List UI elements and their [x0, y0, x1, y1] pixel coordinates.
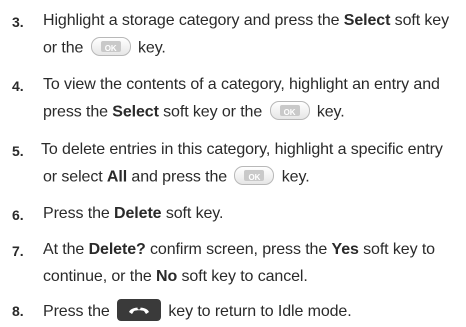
bold-term: Select	[343, 12, 391, 29]
step-text-line: Press the Delete soft key.	[43, 205, 224, 222]
bold-term: Delete?	[88, 241, 146, 258]
step-text-line: To view the contents of a category, high…	[43, 76, 440, 93]
step-number: 3.	[12, 14, 24, 30]
ok-key-icon: OK	[269, 101, 310, 120]
step-text-line: Press the key to return to Idle mode.	[43, 299, 352, 323]
bold-term: Yes	[331, 241, 359, 258]
end-power-key-icon	[117, 299, 162, 321]
ok-key-icon: OK	[90, 37, 131, 56]
step-text-line: continue, or the No soft key to cancel.	[43, 268, 308, 285]
step-text-line: or the OK key.	[43, 37, 166, 58]
step-number: 6.	[12, 207, 24, 223]
step-number: 8.	[12, 303, 24, 319]
step-number: 5.	[12, 143, 24, 159]
phone-handset-icon	[129, 306, 150, 314]
step-number: 7.	[12, 243, 24, 259]
ok-key-icon: OK	[234, 166, 275, 185]
step-text-line: or select All and press the OK key.	[43, 166, 310, 187]
step-text-line: At the Delete? confirm screen, press the…	[43, 241, 435, 258]
step-number: 4.	[12, 78, 24, 94]
step-text-line: press the Select soft key or the OK key.	[43, 101, 345, 122]
bold-term: Delete	[114, 205, 162, 222]
step-text-line: Highlight a storage category and press t…	[43, 12, 450, 29]
bold-term: Select	[112, 103, 159, 121]
bold-term: All	[106, 168, 128, 186]
step-text-line: To delete entries in this category, high…	[41, 141, 443, 158]
bold-term: No	[156, 268, 178, 285]
